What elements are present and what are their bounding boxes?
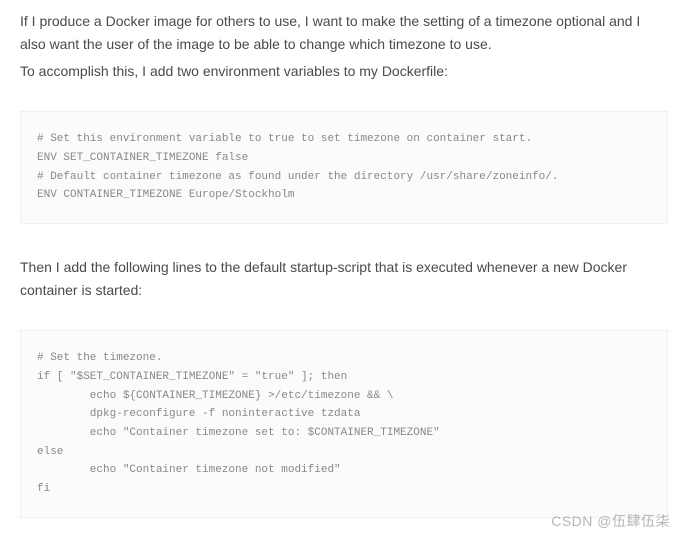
intro-paragraph-2: To accomplish this, I add two environmen… [20,60,668,83]
intro-section: If I produce a Docker image for others t… [20,10,668,83]
middle-section: Then I add the following lines to the de… [20,256,668,302]
intro-paragraph-1: If I produce a Docker image for others t… [20,10,668,56]
middle-paragraph: Then I add the following lines to the de… [20,256,668,302]
dockerfile-code-block: # Set this environment variable to true … [20,111,668,224]
startup-script-code-block: # Set the timezone. if [ "$SET_CONTAINER… [20,330,668,518]
